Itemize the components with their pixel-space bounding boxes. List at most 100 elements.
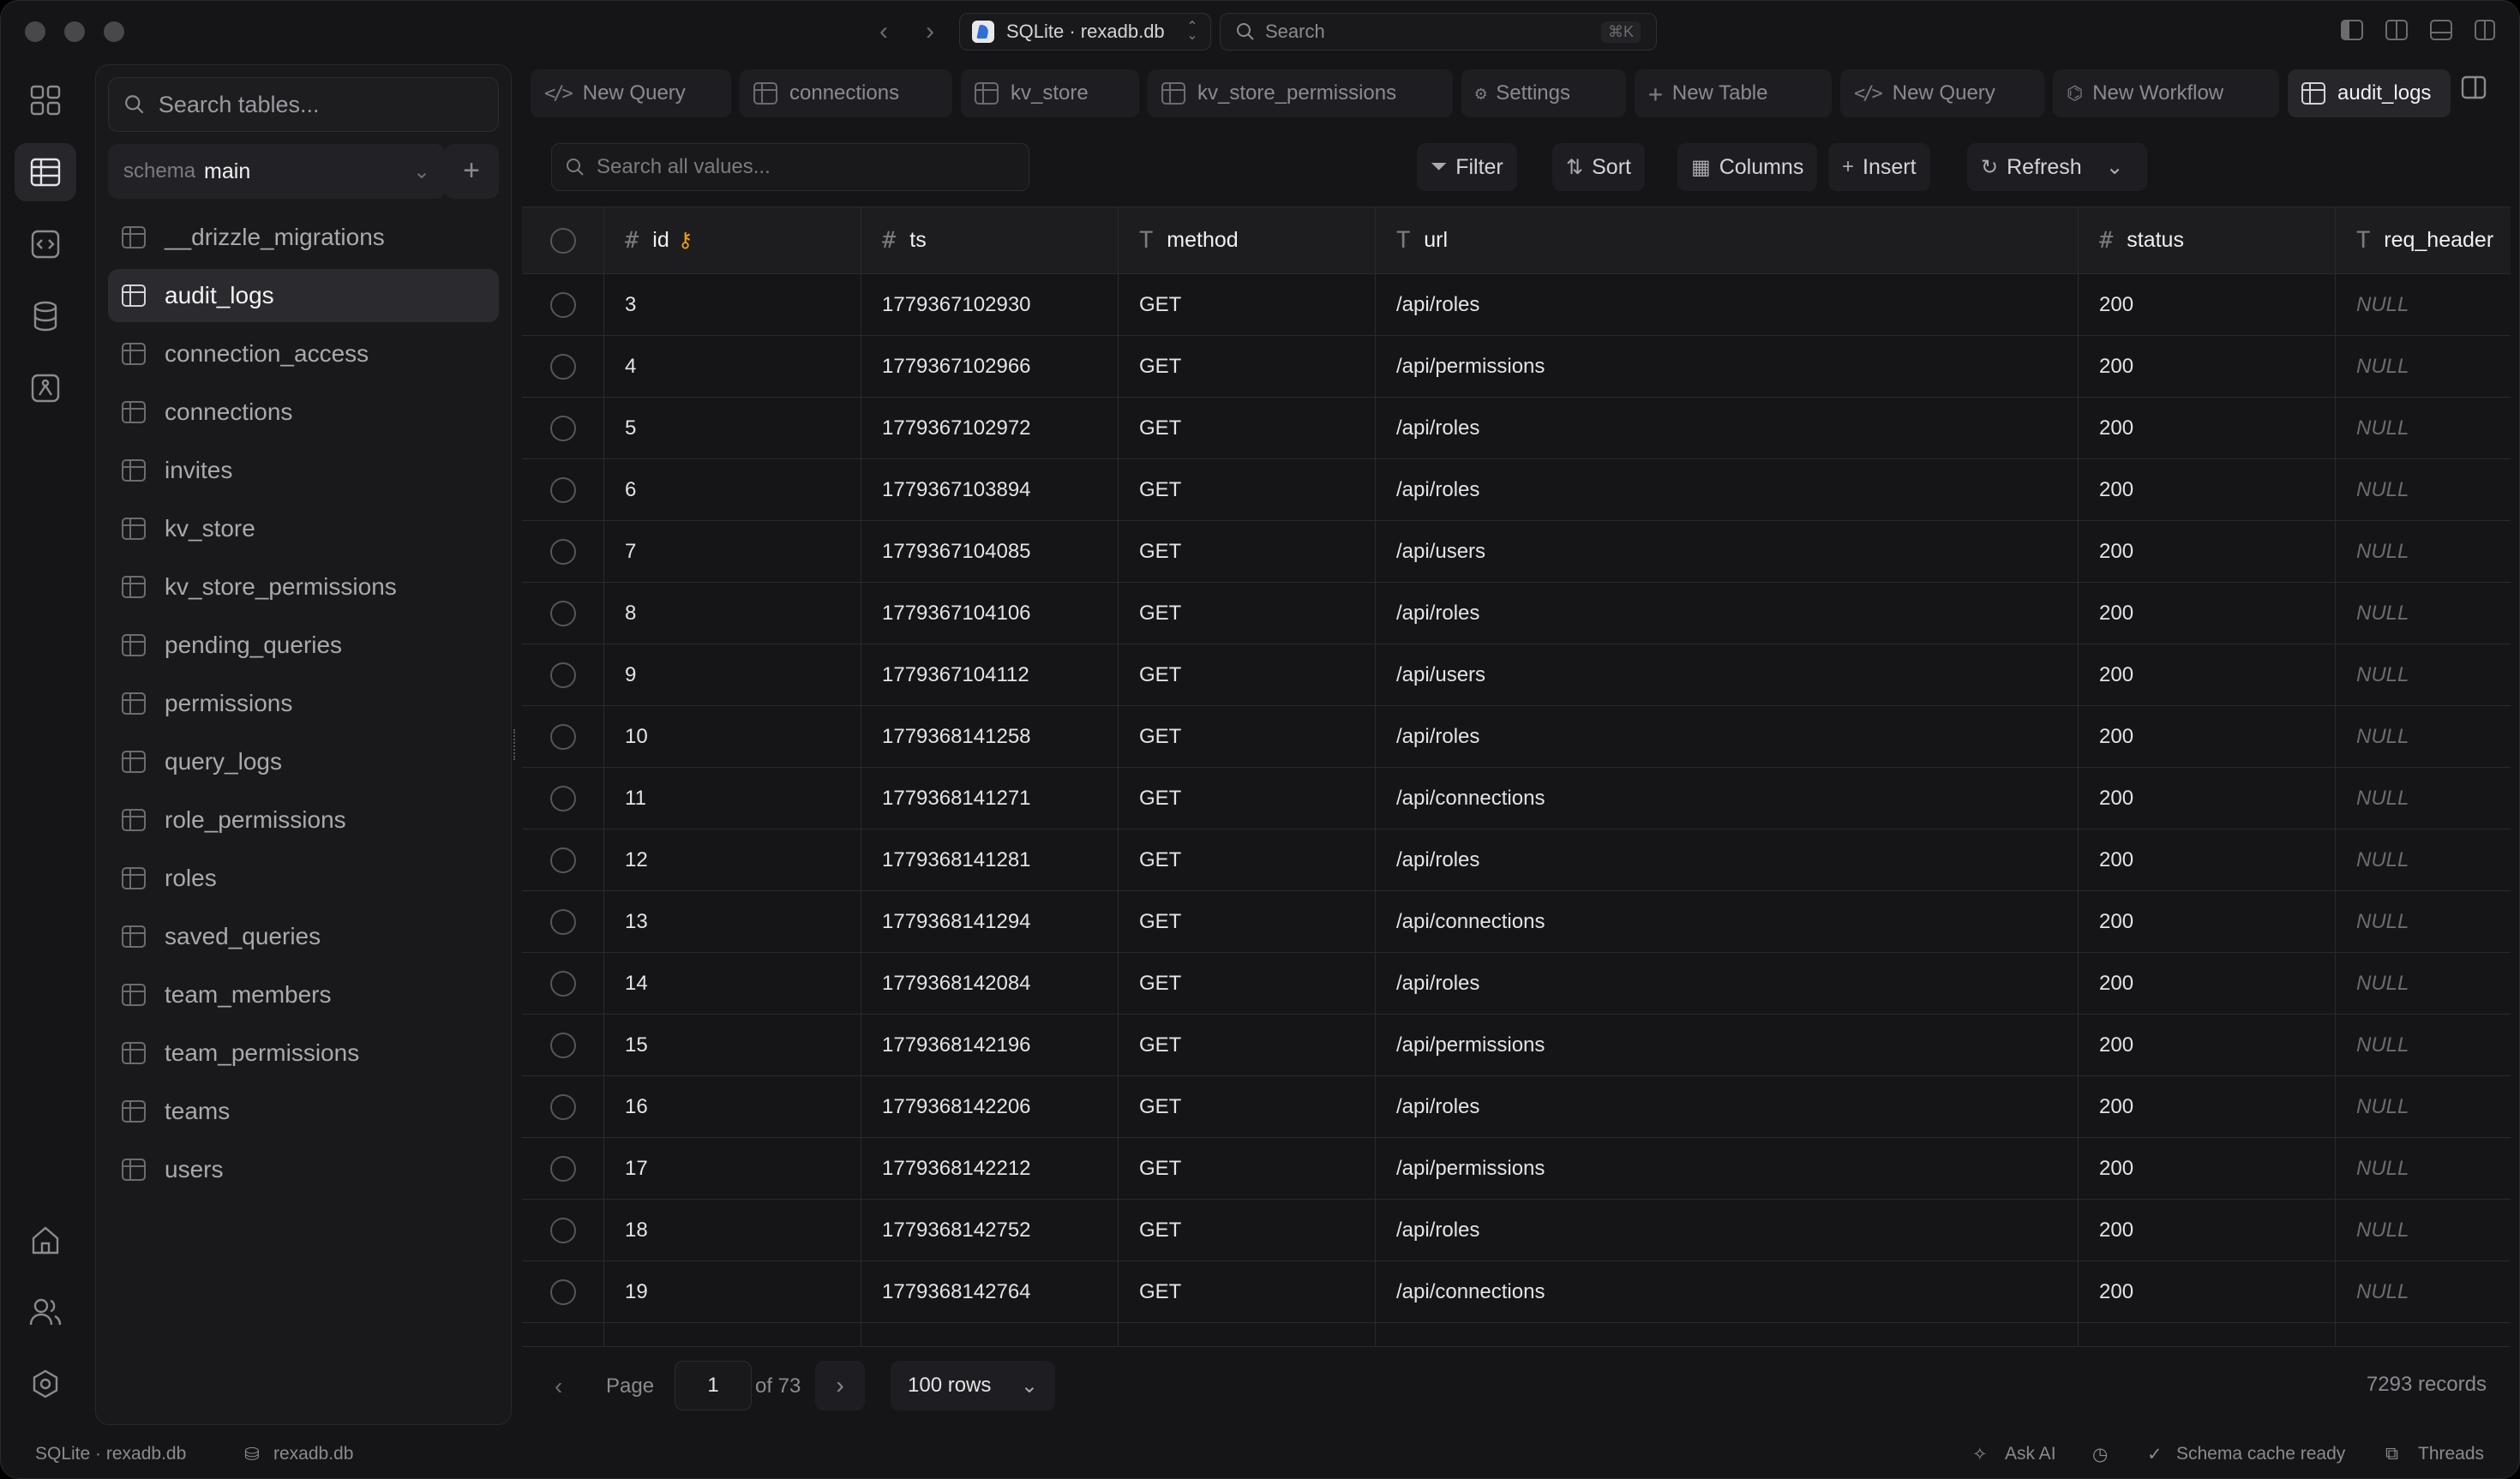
row-select-checkbox[interactable] [549,353,576,380]
cell-id[interactable]: 8 [604,583,861,644]
cell-id[interactable]: 14 [604,953,861,1014]
cell-req-header[interactable]: NULL [2336,644,2511,705]
cell-url[interactable]: /api/permissions [1376,336,2079,397]
rail-database-button[interactable] [15,287,76,345]
table-row[interactable]: 9 1779367104112 GET/api/users 200 NULL [522,644,2511,706]
cell-method[interactable]: GET [1119,1015,1376,1075]
value-search-input[interactable] [597,155,1008,179]
cell-id[interactable]: 4 [604,336,861,397]
cell-id[interactable]: 9 [604,644,861,705]
row-select-checkbox[interactable] [549,1278,576,1305]
row-select-checkbox[interactable] [549,1032,576,1058]
rail-query-button[interactable] [15,215,76,273]
cell-url[interactable]: /api/roles [1376,1200,2079,1260]
cell-status[interactable]: 200 [2079,459,2336,520]
page-number-input[interactable]: 1 [675,1361,752,1410]
tab-new-table[interactable]: + New Table [1635,69,1832,117]
sidebar-table-kv-store[interactable]: kv_store [108,502,499,555]
cell-ts[interactable]: 1779367102966 [861,336,1119,397]
table-row[interactable]: 18 1779368142752 GET/api/roles 200 NULL [522,1200,2511,1261]
cell-ts[interactable]: 1779368141294 [861,891,1119,952]
cell-req-header[interactable]: NULL [2336,398,2511,458]
add-schema-button[interactable]: + [444,144,499,199]
global-search[interactable]: Search ⌘K [1220,13,1657,51]
cell-req-header[interactable]: NULL [2336,1138,2511,1199]
cell-method[interactable]: GET [1119,521,1376,582]
cell-id[interactable]: 11 [604,768,861,829]
sidebar-table-teams[interactable]: teams [108,1085,499,1138]
rail-users-button[interactable] [15,1283,76,1341]
row-select-checkbox[interactable] [549,538,576,565]
table-row[interactable]: 16 1779368142206 GET/api/roles 200 NULL [522,1076,2511,1138]
sidebar-table-team-permissions[interactable]: team_permissions [108,1027,499,1080]
cell-method[interactable]: GET [1119,1138,1376,1199]
cell-ts[interactable]: 1779368142212 [861,1138,1119,1199]
rail-workflow-button[interactable] [15,359,76,417]
cell-url[interactable]: /api/connections [1376,768,2079,829]
column-header-id[interactable]: # id ⚷ [604,207,861,273]
cell-id[interactable]: 10 [604,706,861,767]
cell-method[interactable]: GET [1119,459,1376,520]
cell-ts[interactable]: 1779368141258 [861,706,1119,767]
row-select-checkbox[interactable] [549,291,576,318]
cell-method[interactable]: GET [1119,398,1376,458]
row-select-checkbox[interactable] [549,476,576,503]
table-search[interactable] [108,77,499,132]
cell-url[interactable]: /api/roles [1376,459,2079,520]
status-database[interactable]: rexadb.db [273,1444,353,1464]
cell-req-header[interactable]: NULL [2336,274,2511,335]
cell-ts[interactable]: 1779368142764 [861,1261,1119,1322]
filter-button[interactable]: ⏷ Filter [1417,143,1517,191]
cell-ts[interactable]: 1779367102972 [861,398,1119,458]
cell-url[interactable]: /api/users [1376,644,2079,705]
table-row[interactable]: 11 1779368141271 GET/api/connections 200 NUL… [522,768,2511,829]
cell-status[interactable]: 200 [2079,398,2336,458]
cell-req-header[interactable]: NULL [2336,583,2511,644]
sort-button[interactable]: ⇅ Sort [1552,143,1645,191]
cell-ts[interactable]: 1779367102930 [861,274,1119,335]
cell-status[interactable]: 200 [2079,768,2336,829]
row-select-checkbox[interactable] [549,600,576,626]
cell-req-header[interactable]: NULL [2336,1076,2511,1137]
ask-ai-button[interactable]: Ask AI [2005,1444,2056,1464]
cell-id[interactable]: 19 [604,1261,861,1322]
row-select-checkbox[interactable] [549,1217,576,1243]
row-select-checkbox[interactable] [549,970,576,997]
cell-id[interactable]: 3 [604,274,861,335]
cell-method[interactable]: GET [1119,891,1376,952]
cell-url[interactable]: /api/users [1376,521,2079,582]
sidebar-table-pending-queries[interactable]: pending_queries [108,619,499,672]
row-select-checkbox[interactable] [549,1093,576,1120]
cell-method[interactable]: GET [1119,1076,1376,1137]
tab-kv-store-permissions[interactable]: kv_store_permissions [1148,69,1453,117]
columns-button[interactable]: ▦ Columns [1677,143,1818,191]
table-search-input[interactable] [158,91,483,118]
cell-method[interactable]: GET [1119,706,1376,767]
cell-method[interactable]: GET [1119,953,1376,1014]
table-row[interactable]: 17 1779368142212 GET/api/permissions 200 NUL… [522,1138,2511,1200]
sidebar-table-drizzle-migrations[interactable]: __drizzle_migrations [108,211,499,264]
cell-ts[interactable]: 1779368142084 [861,953,1119,1014]
cell-req-header[interactable]: NULL [2336,521,2511,582]
toggle-sidebar-icon[interactable] [2341,20,2363,40]
sidebar-resize-handle[interactable] [513,729,519,760]
close-window-button[interactable] [25,21,45,42]
table-row[interactable]: 13 1779368141294 GET/api/connections 200 NUL… [522,891,2511,953]
table-row[interactable]: 7 1779367104085 GET/api/users 200 NULL [522,521,2511,583]
cell-status[interactable]: 200 [2079,1138,2336,1199]
cell-method[interactable]: GET [1119,1200,1376,1260]
select-all-checkbox[interactable] [549,227,576,254]
sidebar-table-invites[interactable]: invites [108,444,499,497]
row-select-checkbox[interactable] [549,1155,576,1182]
cell-req-header[interactable]: NULL [2336,768,2511,829]
cell-ts[interactable]: 1779367104112 [861,644,1119,705]
cell-status[interactable]: 200 [2079,274,2336,335]
chevron-down-icon[interactable]: ⌄ [2106,154,2124,180]
cell-req-header[interactable]: NULL [2336,891,2511,952]
cell-status[interactable]: 200 [2079,583,2336,644]
cell-req-header[interactable]: NULL [2336,706,2511,767]
cell-id[interactable]: 13 [604,891,861,952]
cell-status[interactable]: 200 [2079,521,2336,582]
cell-url[interactable]: /api/permissions [1376,1015,2079,1075]
cell-status[interactable]: 200 [2079,1015,2336,1075]
